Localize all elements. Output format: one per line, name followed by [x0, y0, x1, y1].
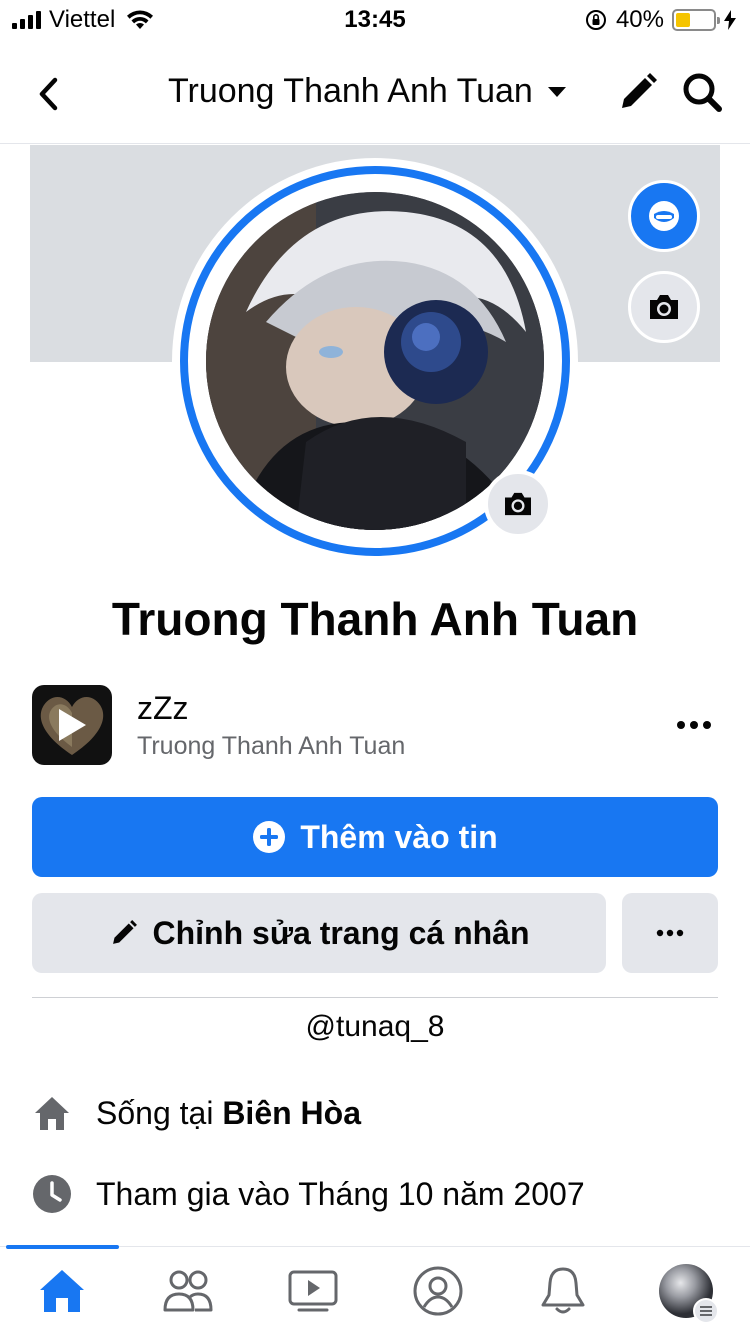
hamburger-icon [700, 1306, 712, 1316]
status-bar: Viettel 13:45 40% [0, 0, 750, 40]
lives-in-prefix: Sống tại [96, 1094, 223, 1131]
avatar-sticker-button[interactable] [628, 180, 700, 252]
edit-profile-label: Chỉnh sửa trang cá nhân [152, 914, 530, 951]
plus-circle-icon [253, 821, 286, 853]
tab-friends[interactable] [158, 1261, 218, 1321]
tab-profile[interactable] [408, 1261, 468, 1321]
header-title: Truong Thanh Anh Tuan [168, 72, 533, 110]
chevron-down-icon [547, 86, 566, 97]
add-to-story-label: Thêm vào tin [300, 818, 498, 855]
bottom-tab-bar [0, 1245, 750, 1334]
home-icon [32, 1093, 72, 1133]
joined-row: Tham gia vào Tháng 10 năm 2007 [32, 1174, 585, 1214]
watch-icon [288, 1270, 338, 1312]
camera-icon [505, 492, 531, 516]
profile-more-button[interactable] [622, 893, 718, 973]
battery-percent: 40% [615, 6, 664, 33]
add-to-story-button[interactable]: Thêm vào tin [32, 797, 718, 877]
camera-icon [650, 295, 678, 319]
search-icon [683, 73, 722, 112]
avatar-camera-button[interactable] [484, 470, 552, 538]
avatar-sticker-icon [649, 201, 679, 231]
menu-badge [693, 1298, 719, 1324]
menu-avatar [659, 1264, 719, 1324]
music-more-button[interactable] [670, 705, 718, 745]
charging-bolt-icon [724, 10, 736, 30]
status-right: 40% [584, 6, 736, 34]
home-icon [40, 1270, 84, 1312]
edit-profile-button[interactable]: Chỉnh sửa trang cá nhân [32, 893, 606, 973]
edit-header-button[interactable] [616, 70, 660, 114]
music-thumbnail[interactable] [32, 685, 112, 765]
profile-header: Truong Thanh Anh Tuan [0, 44, 750, 144]
bell-icon [541, 1267, 585, 1314]
profile-name: Truong Thanh Anh Tuan [111, 593, 639, 645]
music-artist: Truong Thanh Anh Tuan [137, 732, 406, 760]
tab-menu[interactable] [656, 1261, 719, 1324]
friends-icon [163, 1270, 213, 1312]
back-icon [39, 77, 58, 111]
more-horizontal-icon [677, 721, 711, 729]
active-tab-indicator [6, 1245, 119, 1249]
tab-watch[interactable] [283, 1261, 343, 1321]
battery-fill [676, 13, 691, 27]
profile-switcher[interactable]: Truong Thanh Anh Tuan [168, 72, 567, 111]
battery-icon [672, 9, 720, 31]
more-horizontal-icon [656, 929, 684, 937]
tab-home[interactable] [32, 1261, 92, 1321]
orientation-lock-icon [585, 10, 606, 30]
lives-in-place: Biên Hòa [222, 1094, 361, 1131]
cover-camera-button[interactable] [628, 271, 700, 343]
clock-icon [32, 1174, 72, 1214]
profile-icon [413, 1266, 463, 1316]
username: @tunaq_8 [305, 1010, 445, 1043]
joined-text: Tham gia vào Tháng 10 năm 2007 [96, 1175, 585, 1212]
pencil-icon [112, 920, 137, 944]
lives-in-row: Sống tại Biên Hòa [32, 1093, 361, 1133]
pencil-icon [622, 73, 657, 108]
play-icon [59, 709, 86, 741]
lives-in-text: Sống tại Biên Hòa [96, 1095, 361, 1132]
search-button[interactable] [680, 70, 724, 114]
music-title: zZz [137, 690, 189, 726]
back-button[interactable] [28, 74, 68, 114]
tab-notifications[interactable] [533, 1261, 593, 1321]
section-divider [32, 997, 718, 998]
